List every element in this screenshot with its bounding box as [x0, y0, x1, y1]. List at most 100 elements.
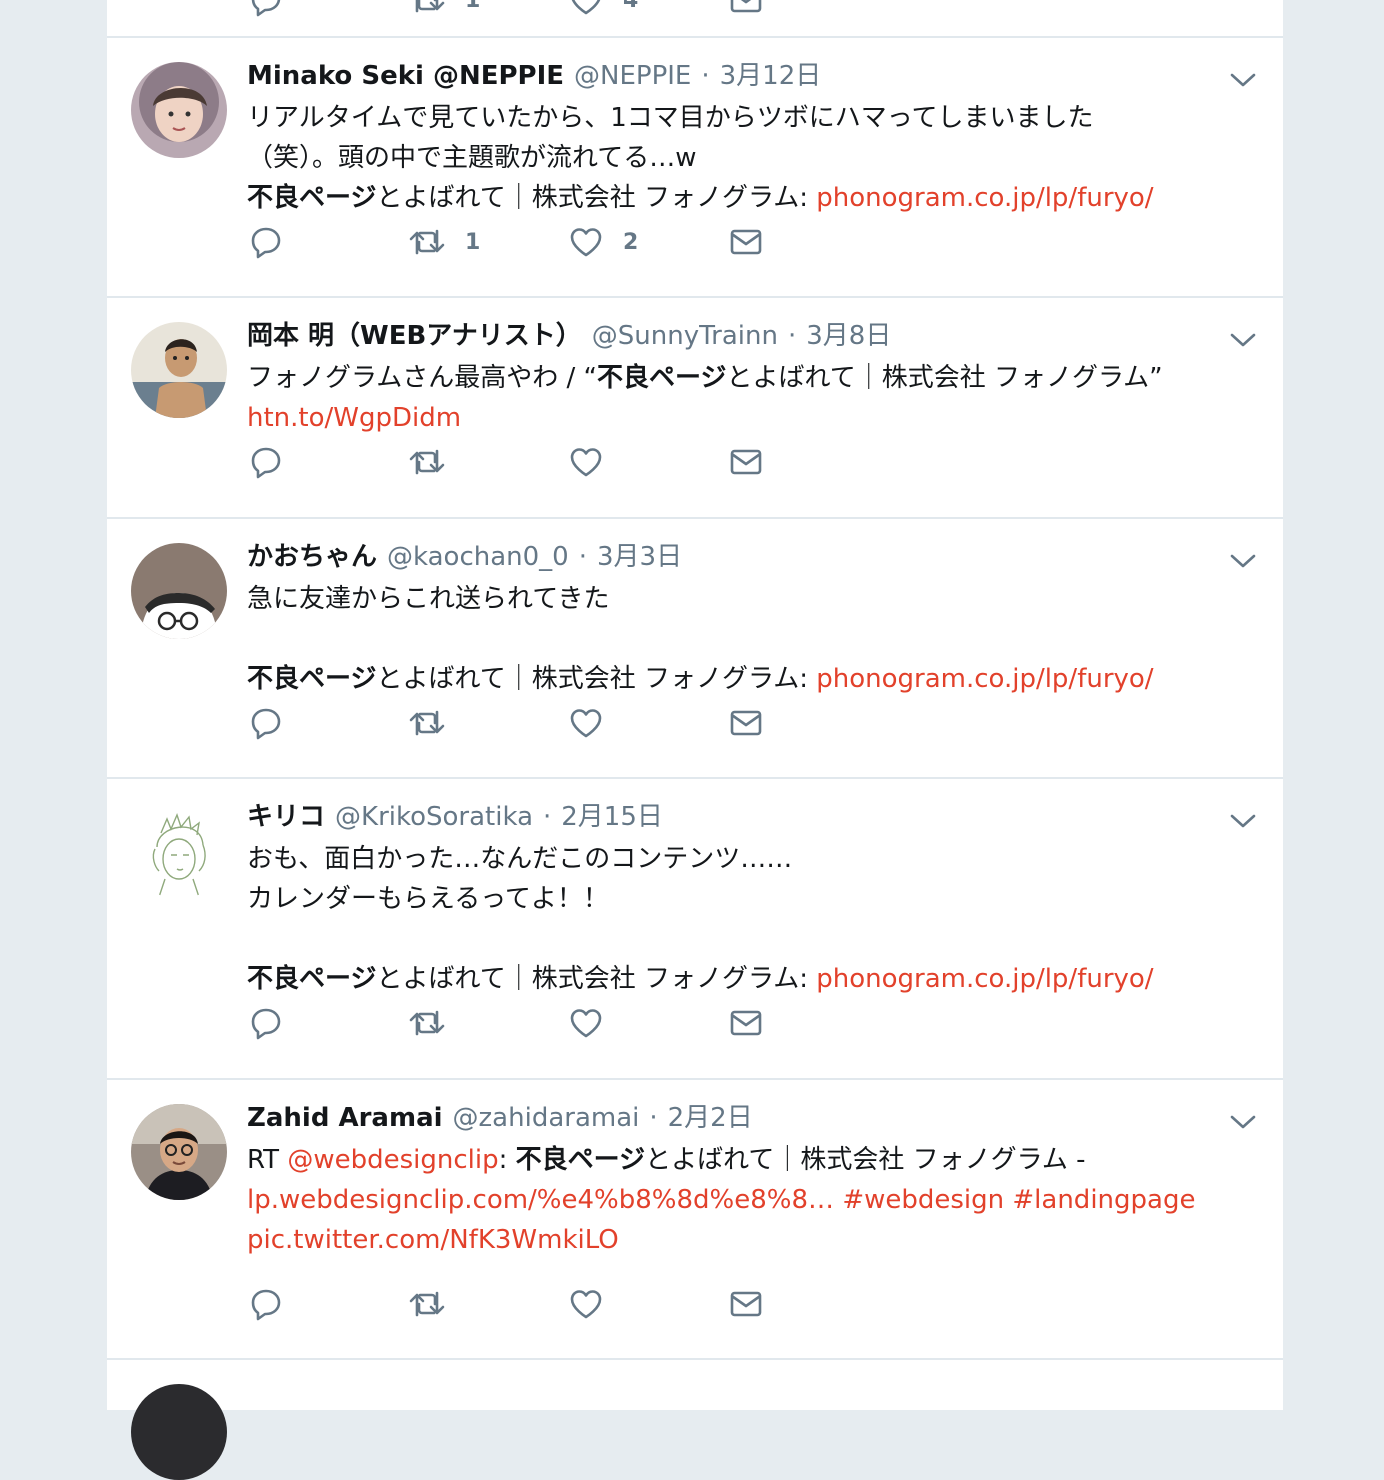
- timestamp[interactable]: 3月3日: [597, 542, 682, 572]
- timestamp[interactable]: 2月15日: [561, 802, 663, 832]
- tweet-actions: 1 4: [247, 0, 807, 20]
- dm-icon: [730, 0, 762, 13]
- tweet[interactable]: かおちゃん @kaochan0_0 · 3月3日 急に友達からこれ送られてきた 不良ペ…: [107, 519, 1283, 779]
- page-title-bold: 不良ページ: [247, 964, 377, 994]
- display-name[interactable]: Zahid Aramai: [247, 1103, 443, 1133]
- dm-icon: [730, 229, 762, 255]
- direct-message-button[interactable]: [729, 0, 763, 20]
- user-handle[interactable]: @KrikoSoratika: [335, 802, 533, 832]
- dm-icon: [730, 710, 762, 736]
- user-handle[interactable]: @zahidaramai: [453, 1103, 640, 1133]
- like-button[interactable]: [569, 442, 603, 482]
- tweet-text-line: （笑）。頭の中で主題歌が流れてる…w: [247, 143, 697, 173]
- reply-button[interactable]: [249, 703, 283, 743]
- page-title-text: とよばれて｜株式会社 フォノグラム -: [645, 1145, 1086, 1175]
- direct-message-button[interactable]: [729, 442, 763, 482]
- reply-button[interactable]: [249, 442, 283, 482]
- avatar[interactable]: [131, 1384, 227, 1480]
- tweet-header: かおちゃん @kaochan0_0 · 3月3日: [247, 537, 682, 577]
- tweet-text-line: おも、面白かった…なんだこのコンテンツ……: [247, 844, 793, 874]
- tweet-link[interactable]: phonogram.co.jp/lp/furyo/: [816, 183, 1153, 213]
- tweet-link[interactable]: htn.to/WgpDidm: [247, 403, 461, 433]
- mention-link[interactable]: @webdesignclip: [287, 1145, 498, 1175]
- tweet[interactable]: Minako Seki @NEPPIE @NEPPIE · 3月12日 リアルタイムで…: [107, 38, 1283, 298]
- rt-colon: :: [498, 1145, 516, 1175]
- tweet-header: Zahid Aramai @zahidaramai · 2月2日: [247, 1098, 753, 1138]
- reply-button[interactable]: [249, 222, 283, 262]
- user-handle[interactable]: @kaochan0_0: [387, 542, 569, 572]
- user-handle[interactable]: @SunnyTrainn: [592, 321, 778, 351]
- like-button[interactable]: 2: [569, 222, 638, 262]
- dm-icon: [730, 449, 762, 475]
- retweet-button[interactable]: [409, 1003, 445, 1043]
- tweet[interactable]: [107, 1360, 1283, 1480]
- chevron-down-icon[interactable]: [1227, 545, 1259, 577]
- tweet-text: フォノグラムさん最高やわ / “不良ページとよばれて｜株式会社 フォノグラム” …: [247, 358, 1257, 438]
- chevron-down-icon[interactable]: [1227, 324, 1259, 356]
- retweet-button[interactable]: [409, 442, 445, 482]
- separator-dot: ·: [649, 1103, 658, 1133]
- display-name[interactable]: かおちゃん: [247, 542, 377, 572]
- avatar[interactable]: [131, 803, 227, 899]
- like-button[interactable]: 4: [569, 0, 638, 20]
- separator-dot: ·: [543, 802, 552, 832]
- display-name[interactable]: Minako Seki @NEPPIE: [247, 61, 564, 91]
- avatar[interactable]: [131, 322, 227, 418]
- timestamp[interactable]: 3月12日: [720, 61, 822, 91]
- tweet-header: Minako Seki @NEPPIE @NEPPIE · 3月12日: [247, 56, 821, 96]
- avatar[interactable]: [131, 62, 227, 158]
- page-title-bold: 不良ページ: [247, 183, 377, 213]
- retweet-button[interactable]: 1: [409, 0, 480, 20]
- tweet-header: キリコ @KrikoSoratika · 2月15日: [247, 797, 663, 837]
- tweet-actions: [247, 1284, 807, 1324]
- tweet-link[interactable]: phonogram.co.jp/lp/furyo/: [816, 664, 1153, 694]
- hashtag-link[interactable]: #landingpage: [1012, 1185, 1195, 1215]
- retweet-button[interactable]: 1: [409, 222, 480, 262]
- timestamp[interactable]: 2月2日: [668, 1103, 753, 1133]
- like-count: 4: [623, 0, 639, 13]
- page-title-text: とよばれて｜株式会社 フォノグラム:: [376, 964, 817, 994]
- media-link[interactable]: pic.twitter.com/NfK3WmkiLO: [247, 1225, 619, 1255]
- user-handle[interactable]: @NEPPIE: [574, 61, 691, 91]
- tweet[interactable]: 岡本 明（WEBアナリスト） @SunnyTrainn · 3月8日 フォノグラムさん…: [107, 298, 1283, 519]
- tweet-link[interactable]: phonogram.co.jp/lp/furyo/: [816, 964, 1153, 994]
- reply-button[interactable]: [249, 1284, 283, 1324]
- display-name[interactable]: 岡本 明（WEBアナリスト）: [247, 321, 582, 351]
- retweet-count: 1: [465, 229, 481, 255]
- reply-button[interactable]: [249, 1003, 283, 1043]
- tweet-actions: 1 2: [247, 222, 807, 262]
- retweet-button[interactable]: [409, 1284, 445, 1324]
- avatar[interactable]: [131, 543, 227, 639]
- tweet-text: RT @webdesignclip: 不良ページとよばれて｜株式会社 フォノグラ…: [247, 1140, 1227, 1260]
- retweet-button[interactable]: [409, 703, 445, 743]
- hashtag-link[interactable]: #webdesign: [842, 1185, 1004, 1215]
- like-count: 2: [623, 229, 639, 255]
- retweet-icon: [409, 1010, 445, 1036]
- tweet-link[interactable]: lp.webdesignclip.com/%e4%b8%8d%e8%8…: [247, 1185, 834, 1215]
- tweet-text-line: フォノグラムさん最高やわ / “: [247, 363, 597, 393]
- chevron-down-icon[interactable]: [1227, 805, 1259, 837]
- like-icon: [570, 1009, 602, 1038]
- page-title-bold: 不良ページ: [247, 664, 377, 694]
- chevron-down-icon[interactable]: [1227, 1106, 1259, 1138]
- page-title-bold: 不良ページ: [515, 1145, 646, 1175]
- timestamp[interactable]: 3月8日: [806, 321, 891, 351]
- tweet[interactable]: 1 4: [107, 0, 1283, 38]
- like-icon: [570, 709, 602, 738]
- separator-dot: ·: [701, 61, 710, 91]
- direct-message-button[interactable]: [729, 703, 763, 743]
- avatar[interactable]: [131, 1104, 227, 1200]
- like-button[interactable]: [569, 703, 603, 743]
- direct-message-button[interactable]: [729, 1003, 763, 1043]
- like-button[interactable]: [569, 1284, 603, 1324]
- tweet[interactable]: Zahid Aramai @zahidaramai · 2月2日 RT @webdes…: [107, 1080, 1283, 1360]
- like-button[interactable]: [569, 1003, 603, 1043]
- tweet[interactable]: キリコ @KrikoSoratika · 2月15日 おも、面白かった…なんだこのコン…: [107, 779, 1283, 1080]
- reply-button[interactable]: [249, 0, 283, 20]
- direct-message-button[interactable]: [729, 222, 763, 262]
- display-name[interactable]: キリコ: [247, 802, 325, 832]
- page-title-text: とよばれて｜株式会社 フォノグラム:: [376, 664, 817, 694]
- chevron-down-icon[interactable]: [1227, 64, 1259, 96]
- direct-message-button[interactable]: [729, 1284, 763, 1324]
- retweet-icon: [409, 229, 445, 255]
